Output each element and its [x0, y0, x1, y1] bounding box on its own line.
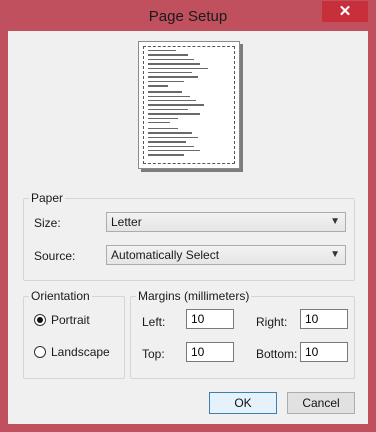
size-label: Size:	[34, 216, 61, 230]
portrait-label[interactable]: Portrait	[51, 313, 90, 327]
preview-text-line	[148, 100, 196, 102]
landscape-radio[interactable]	[34, 346, 46, 358]
preview-text-line	[148, 145, 194, 147]
dialog-body: Paper Size: Letter ▼ Source: Automatical…	[8, 31, 368, 424]
preview-text-line	[148, 54, 188, 56]
preview-text-line	[148, 113, 200, 115]
preview-text-line	[148, 132, 192, 134]
preview-text-line	[148, 136, 198, 139]
preview-text-line	[148, 154, 184, 156]
preview-text-line	[148, 122, 170, 124]
paper-group: Paper	[23, 191, 355, 281]
preview-text-line	[148, 91, 182, 93]
window-title: Page Setup	[148, 8, 228, 25]
chevron-down-icon: ▼	[330, 249, 340, 260]
right-margin-label: Right:	[256, 315, 288, 329]
left-margin-field[interactable]: 10	[186, 309, 234, 329]
preview-text-line	[148, 67, 208, 69]
portrait-radio[interactable]	[34, 314, 46, 326]
chevron-down-icon: ▼	[330, 216, 340, 227]
close-icon: ✕	[338, 3, 352, 20]
preview-text-line	[148, 63, 200, 65]
preview-text-line	[148, 50, 176, 52]
left-margin-label: Left:	[142, 315, 166, 329]
page-preview	[138, 41, 244, 173]
bottom-margin-label: Bottom:	[256, 347, 298, 361]
preview-text-line	[148, 150, 200, 152]
preview-text-line	[148, 85, 168, 87]
margins-group: Margins (millimeters)	[130, 289, 355, 379]
orientation-legend: Orientation	[31, 289, 90, 303]
top-margin-field[interactable]: 10	[186, 342, 234, 362]
source-select[interactable]: Automatically Select ▼	[106, 245, 346, 265]
size-value: Letter	[111, 215, 142, 229]
bottom-margin-field[interactable]: 10	[300, 342, 348, 362]
preview-text-line	[148, 104, 204, 106]
margins-legend: Margins (millimeters)	[138, 289, 250, 303]
page-setup-dialog: Page Setup ✕ Paper Size: Letter ▼ Source…	[0, 0, 376, 432]
preview-text-line	[148, 76, 198, 78]
preview-text-line	[148, 128, 178, 130]
right-margin-field[interactable]: 10	[300, 309, 348, 329]
preview-text-line	[148, 117, 178, 119]
source-value: Automatically Select	[111, 248, 220, 262]
preview-text-line	[148, 72, 192, 74]
preview-margin-outline	[143, 46, 235, 164]
paper-legend: Paper	[31, 191, 64, 205]
landscape-label[interactable]: Landscape	[51, 345, 110, 359]
ok-button[interactable]: OK	[209, 392, 277, 414]
size-select[interactable]: Letter ▼	[106, 212, 346, 232]
preview-text-line	[148, 141, 186, 143]
preview-text-line	[148, 58, 194, 61]
cancel-button[interactable]: Cancel	[287, 392, 355, 414]
preview-page	[138, 41, 240, 169]
orientation-group: Orientation	[23, 289, 125, 379]
preview-text-line	[148, 108, 188, 111]
top-margin-label: Top:	[142, 347, 165, 361]
close-button[interactable]: ✕	[322, 1, 368, 22]
preview-text-line	[148, 80, 184, 83]
preview-text-line	[148, 95, 190, 97]
source-label: Source:	[34, 249, 76, 263]
